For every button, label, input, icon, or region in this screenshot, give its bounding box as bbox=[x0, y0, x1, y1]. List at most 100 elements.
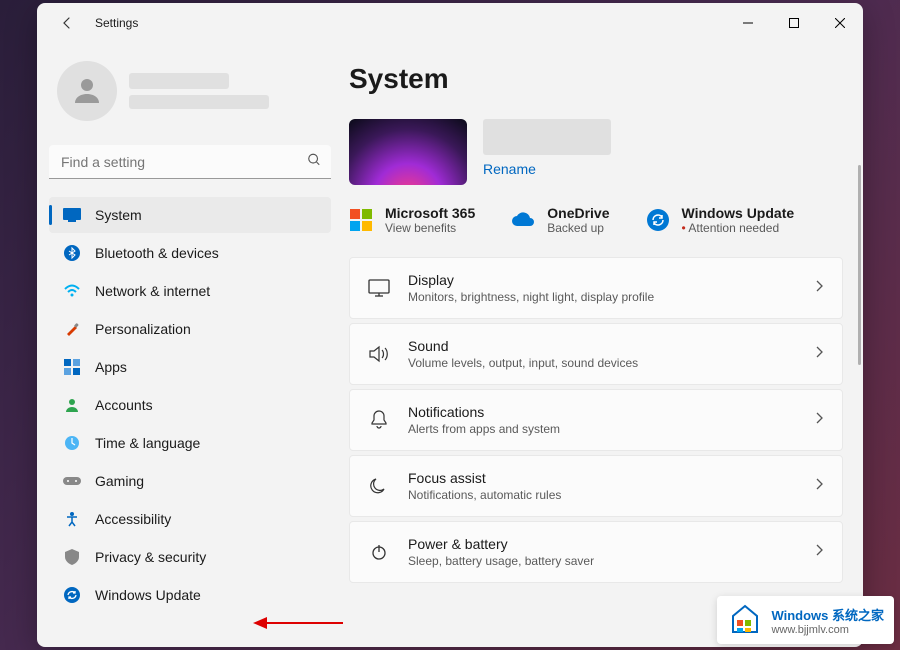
page-title: System bbox=[349, 63, 843, 95]
status-onedrive[interactable]: OneDrive Backed up bbox=[511, 205, 609, 235]
clock-globe-icon bbox=[63, 434, 81, 452]
moon-icon bbox=[368, 475, 390, 497]
nav-label: Windows Update bbox=[95, 587, 201, 603]
card-sub: Notifications, automatic rules bbox=[408, 488, 796, 502]
nav-label: System bbox=[95, 207, 142, 223]
search-input[interactable] bbox=[49, 145, 331, 179]
close-icon bbox=[835, 18, 845, 28]
sound-icon bbox=[368, 343, 390, 365]
card-title: Focus assist bbox=[408, 470, 796, 486]
account-email-redacted bbox=[129, 95, 269, 109]
status-row: Microsoft 365 View benefits OneDrive Bac… bbox=[349, 205, 843, 235]
scrollbar[interactable] bbox=[858, 165, 861, 365]
status-sub: Backed up bbox=[547, 221, 609, 235]
status-title: Microsoft 365 bbox=[385, 205, 475, 221]
status-sub: Attention needed bbox=[682, 221, 795, 235]
status-title: OneDrive bbox=[547, 205, 609, 221]
pc-name-redacted bbox=[483, 119, 611, 155]
card-title: Sound bbox=[408, 338, 796, 354]
card-title: Display bbox=[408, 272, 796, 288]
minimize-icon bbox=[743, 18, 753, 28]
sidebar: System Bluetooth & devices Network & int… bbox=[37, 43, 343, 647]
card-title: Power & battery bbox=[408, 536, 796, 552]
update-icon bbox=[63, 586, 81, 604]
pc-name-block: Rename bbox=[483, 119, 611, 177]
card-notifications[interactable]: Notifications Alerts from apps and syste… bbox=[349, 389, 843, 451]
card-sound[interactable]: Sound Volume levels, output, input, soun… bbox=[349, 323, 843, 385]
wifi-icon bbox=[63, 282, 81, 300]
nav-label: Privacy & security bbox=[95, 549, 206, 565]
card-display[interactable]: Display Monitors, brightness, night ligh… bbox=[349, 257, 843, 319]
chevron-right-icon bbox=[814, 543, 824, 562]
gamepad-icon bbox=[63, 472, 81, 490]
power-icon bbox=[368, 541, 390, 563]
windows-update-status-icon bbox=[646, 208, 670, 232]
watermark-line1: Windows 系统之家 bbox=[771, 605, 884, 624]
watermark-logo-icon bbox=[727, 602, 763, 638]
apps-icon bbox=[63, 358, 81, 376]
card-title: Notifications bbox=[408, 404, 796, 420]
close-button[interactable] bbox=[817, 7, 863, 39]
status-sub: View benefits bbox=[385, 221, 475, 235]
accessibility-icon bbox=[63, 510, 81, 528]
nav-accounts[interactable]: Accounts bbox=[49, 387, 331, 423]
chevron-right-icon bbox=[814, 411, 824, 430]
search-wrap bbox=[49, 145, 331, 179]
nav-personalization[interactable]: Personalization bbox=[49, 311, 331, 347]
accounts-icon bbox=[63, 396, 81, 414]
nav-gaming[interactable]: Gaming bbox=[49, 463, 331, 499]
nav-network[interactable]: Network & internet bbox=[49, 273, 331, 309]
account-info bbox=[129, 73, 323, 109]
nav-label: Accessibility bbox=[95, 511, 171, 527]
card-sub: Volume levels, output, input, sound devi… bbox=[408, 356, 796, 370]
microsoft365-icon bbox=[349, 208, 373, 232]
nav-privacy[interactable]: Privacy & security bbox=[49, 539, 331, 575]
status-windows-update[interactable]: Windows Update Attention needed bbox=[646, 205, 795, 235]
watermark-line2: www.bjjmlv.com bbox=[771, 624, 884, 636]
card-sub: Sleep, battery usage, battery saver bbox=[408, 554, 796, 568]
card-power-battery[interactable]: Power & battery Sleep, battery usage, ba… bbox=[349, 521, 843, 583]
nav-label: Personalization bbox=[95, 321, 191, 337]
card-focus-assist[interactable]: Focus assist Notifications, automatic ru… bbox=[349, 455, 843, 517]
chevron-right-icon bbox=[814, 477, 824, 496]
onedrive-icon bbox=[511, 208, 535, 232]
chevron-right-icon bbox=[814, 279, 824, 298]
nav-label: Time & language bbox=[95, 435, 200, 451]
pc-header: Rename bbox=[349, 119, 843, 185]
avatar bbox=[57, 61, 117, 121]
card-sub: Monitors, brightness, night light, displ… bbox=[408, 290, 796, 304]
nav-label: Accounts bbox=[95, 397, 153, 413]
nav-bluetooth[interactable]: Bluetooth & devices bbox=[49, 235, 331, 271]
rename-link[interactable]: Rename bbox=[483, 161, 611, 177]
system-icon bbox=[63, 206, 81, 224]
maximize-button[interactable] bbox=[771, 7, 817, 39]
titlebar: Settings bbox=[37, 3, 863, 43]
bell-icon bbox=[368, 409, 390, 431]
maximize-icon bbox=[789, 18, 799, 28]
settings-cards: Display Monitors, brightness, night ligh… bbox=[349, 257, 843, 583]
back-button[interactable] bbox=[49, 5, 85, 41]
main-content: System Rename Microsoft 365 View benefit… bbox=[343, 43, 863, 647]
person-icon bbox=[69, 73, 105, 109]
status-microsoft365[interactable]: Microsoft 365 View benefits bbox=[349, 205, 475, 235]
body: System Bluetooth & devices Network & int… bbox=[37, 43, 863, 647]
minimize-button[interactable] bbox=[725, 7, 771, 39]
wallpaper-thumbnail[interactable] bbox=[349, 119, 467, 185]
nav-apps[interactable]: Apps bbox=[49, 349, 331, 385]
nav-label: Gaming bbox=[95, 473, 144, 489]
back-arrow-icon bbox=[59, 15, 75, 31]
chevron-right-icon bbox=[814, 345, 824, 364]
nav-time-language[interactable]: Time & language bbox=[49, 425, 331, 461]
window-title: Settings bbox=[95, 16, 138, 30]
account-block[interactable] bbox=[49, 43, 331, 145]
nav-windows-update[interactable]: Windows Update bbox=[49, 577, 331, 613]
status-title: Windows Update bbox=[682, 205, 795, 221]
display-icon bbox=[368, 277, 390, 299]
settings-window: Settings Syste bbox=[37, 3, 863, 647]
watermark: Windows 系统之家 www.bjjmlv.com bbox=[717, 596, 894, 644]
nav-accessibility[interactable]: Accessibility bbox=[49, 501, 331, 537]
nav: System Bluetooth & devices Network & int… bbox=[49, 197, 331, 613]
paintbrush-icon bbox=[63, 320, 81, 338]
nav-system[interactable]: System bbox=[49, 197, 331, 233]
nav-label: Apps bbox=[95, 359, 127, 375]
